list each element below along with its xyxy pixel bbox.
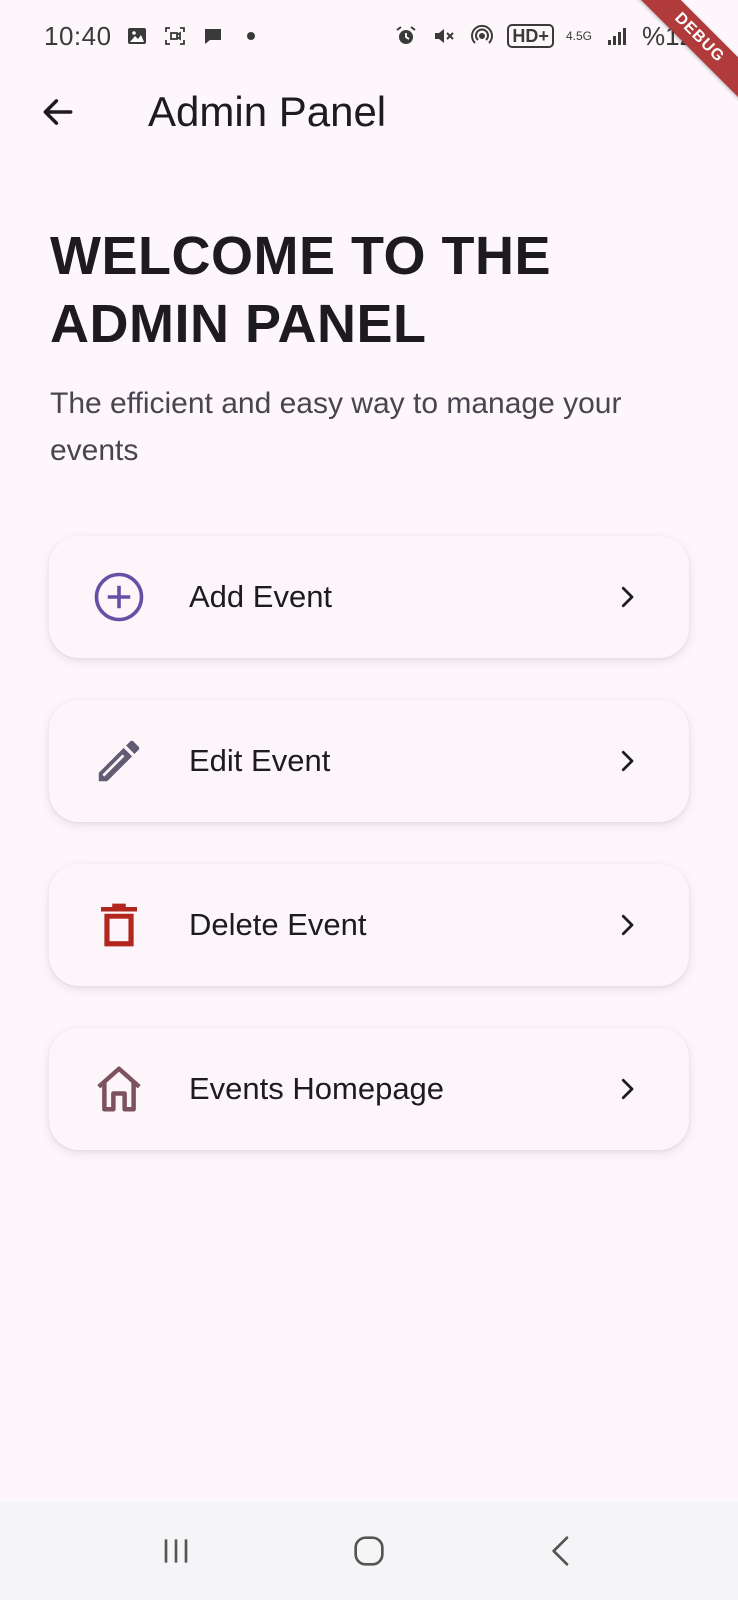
page-title: Admin Panel — [148, 88, 387, 135]
delete-event-label: Delete Event — [189, 907, 367, 942]
recent-apps-button[interactable] — [136, 1521, 216, 1581]
delete-event-button[interactable]: Delete Event — [49, 864, 689, 986]
events-homepage-button[interactable]: Events Homepage — [49, 1028, 689, 1150]
home-circle-icon — [354, 1536, 384, 1566]
home-icon — [91, 1061, 147, 1117]
welcome-subtitle: The efficient and easy way to manage you… — [50, 387, 622, 467]
chevron-right-icon — [607, 1069, 647, 1109]
pencil-icon — [91, 733, 147, 789]
welcome-section: WELCOME TO THE ADMIN PANEL The efficient… — [50, 222, 690, 474]
mute-icon — [431, 23, 457, 49]
network-type-label: 4.5G — [565, 29, 592, 43]
alarm-icon — [393, 23, 419, 49]
status-left: 10:40 — [44, 21, 264, 52]
back-button[interactable] — [26, 80, 90, 144]
app-bar: Admin Panel — [0, 72, 738, 152]
screen-record-icon — [162, 23, 188, 49]
arrow-back-icon — [43, 99, 73, 125]
admin-menu: Add Event Edit Event Delete Event Events… — [49, 536, 689, 1192]
trash-icon — [91, 897, 147, 953]
hotspot-icon — [469, 23, 495, 49]
welcome-heading: WELCOME TO THE ADMIN PANEL — [50, 226, 551, 354]
status-time: 10:40 — [44, 20, 112, 51]
chevron-right-icon — [607, 577, 647, 617]
chevron-right-icon — [607, 905, 647, 945]
add-event-label: Add Event — [189, 579, 333, 614]
chevron-left-icon — [551, 1536, 568, 1566]
home-nav-button[interactable] — [329, 1521, 409, 1581]
gallery-icon — [124, 23, 150, 49]
hd-badge: HD+ — [507, 24, 554, 48]
signal-icon — [604, 23, 630, 49]
chat-icon — [200, 23, 226, 49]
status-right: HD+ 4.5G %12 — [393, 21, 694, 52]
chevron-right-icon — [607, 741, 647, 781]
dot-icon — [238, 23, 264, 49]
events-homepage-label: Events Homepage — [189, 1071, 445, 1106]
system-nav-bar — [0, 1502, 738, 1600]
recent-apps-icon — [164, 1539, 188, 1563]
edit-event-button[interactable]: Edit Event — [49, 700, 689, 822]
add-event-button[interactable]: Add Event — [49, 536, 689, 658]
status-bar: 10:40 HD+ 4.5G %12 — [0, 0, 738, 72]
back-nav-button[interactable] — [522, 1521, 602, 1581]
add-circle-icon — [91, 569, 147, 625]
edit-event-label: Edit Event — [189, 743, 331, 778]
